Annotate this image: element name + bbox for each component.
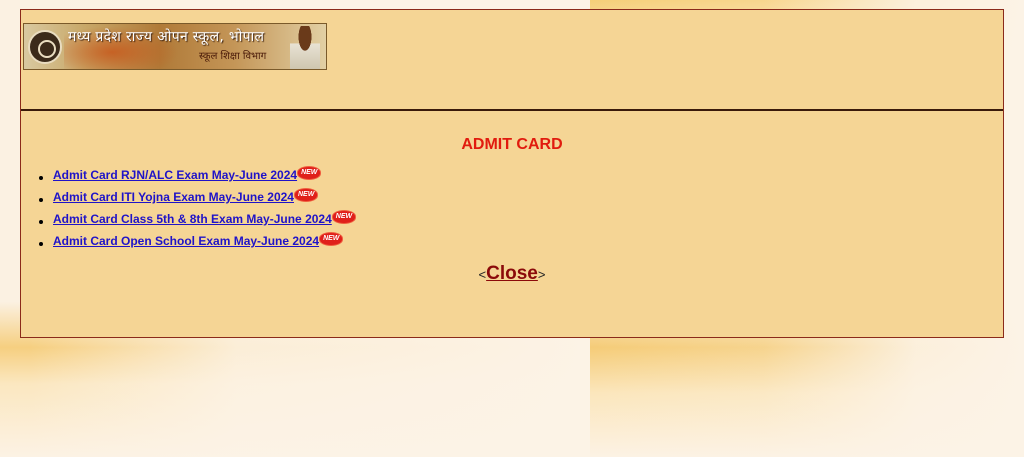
new-badge-icon: NEW xyxy=(294,189,318,201)
admit-card-link-iti-yojna[interactable]: Admit Card ITI Yojna Exam May-June 2024 xyxy=(53,190,294,204)
new-badge-icon: NEW xyxy=(298,167,321,179)
main-content: ADMIT CARD Admit Card RJN/ALC Exam May-J… xyxy=(21,113,1003,337)
new-badge-icon: NEW xyxy=(320,233,343,245)
admit-card-panel: मध्य प्रदेश राज्य ओपन स्कूल, भोपाल स्कूल… xyxy=(20,9,1004,338)
list-item: Admit Card RJN/ALC Exam May-June 2024 NEW xyxy=(39,167,355,190)
banner-subtitle: स्कूल शिक्षा विभाग xyxy=(199,51,267,62)
close-prefix: < xyxy=(478,267,487,282)
banner-title: मध्य प्रदेश राज्य ओपन स्कूल, भोपाल xyxy=(68,29,265,45)
list-item: Admit Card ITI Yojna Exam May-June 2024 N… xyxy=(39,189,355,212)
page-title: ADMIT CARD xyxy=(461,136,563,153)
admit-card-link-open-school[interactable]: Admit Card Open School Exam May-June 202… xyxy=(53,234,319,248)
admit-card-link-class-5-8[interactable]: Admit Card Class 5th & 8th Exam May-June… xyxy=(53,212,332,226)
close-link[interactable]: Close xyxy=(486,263,538,284)
new-badge-icon: NEW xyxy=(332,211,356,223)
list-item: Admit Card Class 5th & 8th Exam May-June… xyxy=(39,211,356,234)
reading-figure-icon xyxy=(290,26,320,69)
close-container: <Close> xyxy=(21,263,1003,285)
state-emblem-icon xyxy=(28,30,62,64)
admit-card-list: Admit Card RJN/ALC Exam May-June 2024 NEW… xyxy=(39,167,356,256)
admit-card-link-rjn-alc[interactable]: Admit Card RJN/ALC Exam May-June 2024 xyxy=(53,168,297,182)
site-banner: मध्य प्रदेश राज्य ओपन स्कूल, भोपाल स्कूल… xyxy=(23,23,327,70)
close-suffix: > xyxy=(537,267,546,282)
list-item: Admit Card Open School Exam May-June 202… xyxy=(39,233,355,256)
header: मध्य प्रदेश राज्य ओपन स्कूल, भोपाल स्कूल… xyxy=(21,10,1003,111)
